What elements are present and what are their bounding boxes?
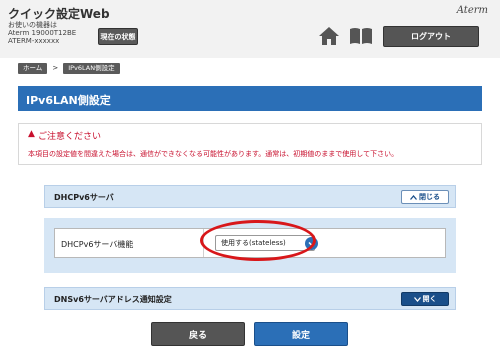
home-icon[interactable] [318,26,340,46]
warning-title: ご注意ください [38,132,102,142]
device-label: お使いの機器は [8,21,57,29]
warning-text: 本項目の設定値を間違えた場合は、通信ができなくなる可能性があります。通常は、初期… [28,150,399,158]
set-button[interactable]: 設定 [254,322,348,346]
breadcrumb-current: IPv6LAN側設定 [63,62,120,74]
back-button[interactable]: 戻る [151,322,245,346]
page-title-bar: IPv6LAN側設定 [18,86,482,111]
header: クイック設定Web お使いの機器は Aterm 19000T12BE ATERM… [0,0,500,58]
dhcpv6-close-label: 閉じる [419,193,440,201]
breadcrumb-separator: > [52,64,59,72]
dns-section-title: DNSv6サーバアドレス通知設定 [54,295,172,304]
dhcpv6-section-header: DHCPv6サーバ 閉じる [44,185,456,208]
current-status-button[interactable]: 現在の状態 [98,28,138,45]
chevron-down-icon [413,296,421,302]
brand-logo: Aterm [456,5,488,16]
warning-icon: ▲ [28,129,35,139]
logout-button[interactable]: ログアウト [383,26,479,47]
dns-open-button[interactable]: 開く [401,292,449,306]
dhcpv6-section-title: DHCPv6サーバ [54,193,114,202]
manual-book-icon[interactable] [349,27,373,45]
page-title: IPv6LAN側設定 [26,94,111,107]
device-id: ATERM-xxxxxx [8,37,60,45]
dhcpv6-close-button[interactable]: 閉じる [401,190,449,204]
breadcrumb-home[interactable]: ホーム [18,62,48,74]
dns-open-label: 開く [422,295,437,303]
highlight-circle [200,220,316,261]
breadcrumb: ホーム > IPv6LAN側設定 [18,62,120,74]
warning-box: ▲ ご注意ください 本項目の設定値を間違えた場合は、通信ができなくなる可能性があ… [18,123,482,165]
dns-section-header: DNSv6サーバアドレス通知設定 開く [44,287,456,310]
dhcpv6-function-label: DHCPv6サーバ機能 [61,240,134,249]
app-title: クイック設定Web [8,7,110,21]
chevron-up-icon [410,194,417,200]
device-model: Aterm 19000T12BE [8,29,77,37]
